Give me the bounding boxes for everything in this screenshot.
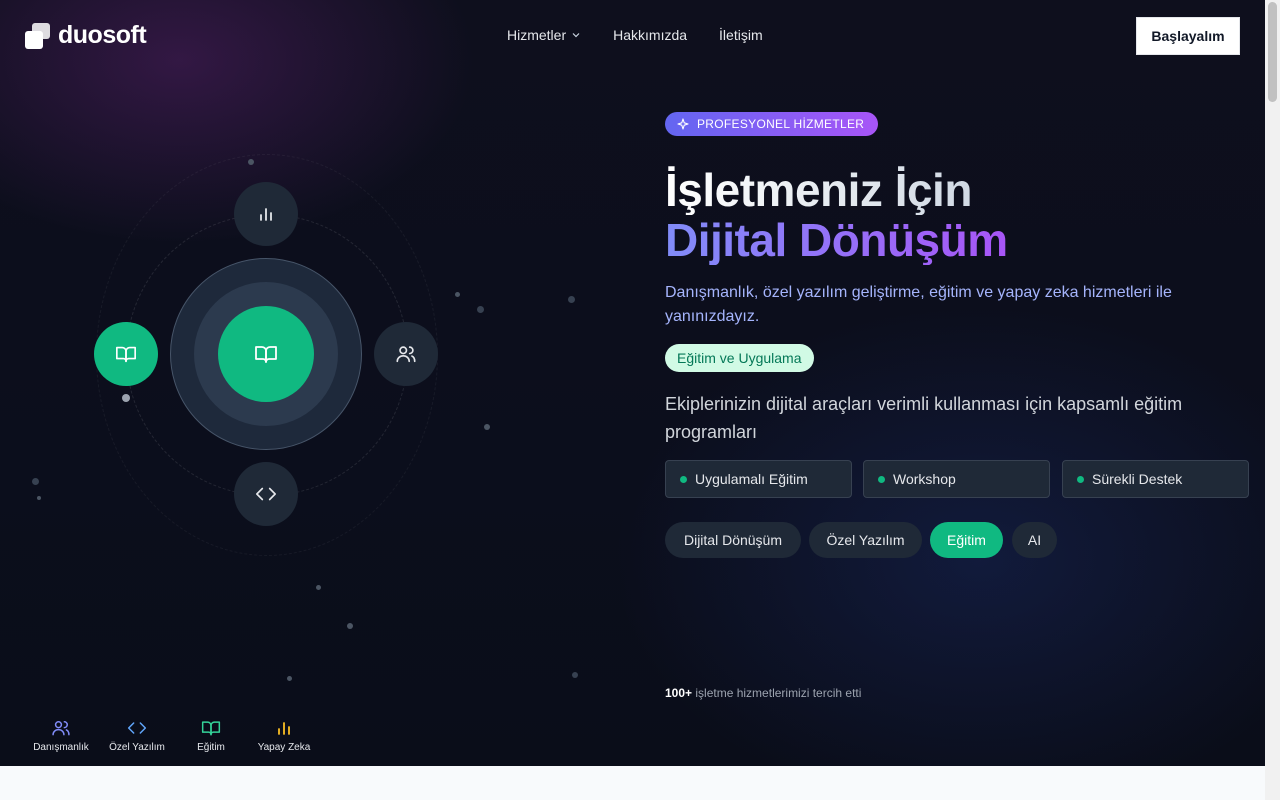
- badge-label: PROFESYONEL HİZMETLER: [697, 117, 865, 131]
- feature-card: Sürekli Destek: [1062, 460, 1249, 498]
- decor-dot: [122, 394, 130, 402]
- hero-title-line2: Dijital Dönüşüm: [665, 214, 1008, 266]
- social-proof-count: 100+: [665, 686, 693, 700]
- book-open-icon: [116, 346, 136, 363]
- scrollbar[interactable]: [1265, 0, 1280, 800]
- feature-card: Workshop: [863, 460, 1050, 498]
- tab-egitim[interactable]: Eğitim: [930, 522, 1003, 558]
- tab-ozel-yazilim[interactable]: Özel Yazılım: [809, 522, 922, 558]
- decor-dot: [287, 676, 292, 681]
- quick-nav-label: Yapay Zeka: [257, 742, 311, 753]
- service-tag: Eğitim ve Uygulama: [665, 344, 814, 372]
- hero-section: duosoft Hizmetler Hakkımızda İletişim Ba…: [0, 0, 1265, 766]
- quick-nav-yapay-zeka[interactable]: Yapay Zeka: [254, 718, 314, 753]
- nav-item-hakkimizda[interactable]: Hakkımızda: [613, 27, 687, 43]
- brand-name: duosoft: [58, 21, 147, 49]
- tab-ai[interactable]: AI: [1012, 522, 1057, 558]
- status-dot: [1077, 475, 1084, 483]
- service-description: Ekiplerinizin dijital araçları verimli k…: [665, 394, 1183, 442]
- feature-label: Workshop: [893, 471, 956, 487]
- decor-dot: [316, 585, 321, 590]
- brand-logo[interactable]: duosoft: [24, 21, 147, 50]
- feature-label: Uygulamalı Eğitim: [695, 471, 808, 487]
- decor-dot: [32, 478, 39, 485]
- decor-dot: [37, 496, 41, 500]
- status-dot: [680, 475, 687, 483]
- social-proof: 100+ işletme hizmetlerimizi tercih etti: [665, 686, 861, 700]
- users-icon: [52, 721, 70, 736]
- decor-dot: [484, 424, 490, 430]
- logo-mark-icon: [25, 22, 50, 49]
- orbit-satellite-book[interactable]: [94, 322, 158, 386]
- users-icon: [396, 346, 416, 363]
- nav-item-iletisim[interactable]: İletişim: [719, 27, 763, 43]
- chevron-down-icon: [572, 33, 580, 38]
- tab-dijital-donusum[interactable]: Dijital Dönüşüm: [665, 522, 801, 558]
- scrollbar-thumb[interactable]: [1268, 2, 1277, 102]
- nav-label: Hizmetler: [507, 27, 567, 43]
- decor-dot: [248, 159, 254, 165]
- decor-dot: [347, 623, 353, 629]
- code-icon: [256, 487, 276, 501]
- orbit-core: [218, 306, 314, 402]
- sparkle-icon: [677, 118, 689, 130]
- quick-nav-label: Eğitim: [197, 742, 225, 753]
- bar-chart-icon: [260, 208, 272, 221]
- quick-nav-label: Danışmanlık: [33, 742, 89, 753]
- social-proof-text: işletme hizmetlerimizi tercih etti: [695, 686, 862, 700]
- quick-nav-label: Özel Yazılım: [109, 742, 165, 753]
- decor-dot: [455, 292, 460, 297]
- feature-label: Sürekli Destek: [1092, 471, 1183, 487]
- hero-title-line1: İşletmeniz İçin: [665, 165, 1008, 215]
- feature-card: Uygulamalı Eğitim: [665, 460, 852, 498]
- decor-dot: [572, 672, 578, 678]
- quick-nav-egitim[interactable]: Eğitim: [186, 718, 236, 753]
- book-open-icon: [201, 721, 221, 736]
- hero-subtitle: Danışmanlık, özel yazılım geliştirme, eğ…: [665, 284, 1172, 325]
- bar-chart-icon: [278, 722, 290, 735]
- nav-item-hizmetler[interactable]: Hizmetler: [507, 27, 581, 43]
- code-icon: [127, 722, 147, 734]
- orbit-satellite-code[interactable]: [234, 462, 298, 526]
- quick-nav-ozel-yazilim[interactable]: Özel Yazılım: [106, 718, 168, 753]
- orbit-satellite-chart[interactable]: [234, 182, 298, 246]
- decor-dot: [477, 306, 484, 313]
- orbit-satellite-users[interactable]: [374, 322, 438, 386]
- book-open-icon: [255, 346, 277, 363]
- hero-title: İşletmeniz İçin Dijital Dönüşüm: [665, 165, 1008, 265]
- main-nav: Hizmetler Hakkımızda İletişim: [507, 27, 763, 43]
- status-dot: [878, 475, 885, 483]
- get-started-button[interactable]: Başlayalım: [1136, 17, 1240, 55]
- quick-nav-danismanlik[interactable]: Danışmanlık: [30, 718, 92, 753]
- decor-dot: [568, 296, 575, 303]
- services-badge: PROFESYONEL HİZMETLER: [665, 112, 879, 136]
